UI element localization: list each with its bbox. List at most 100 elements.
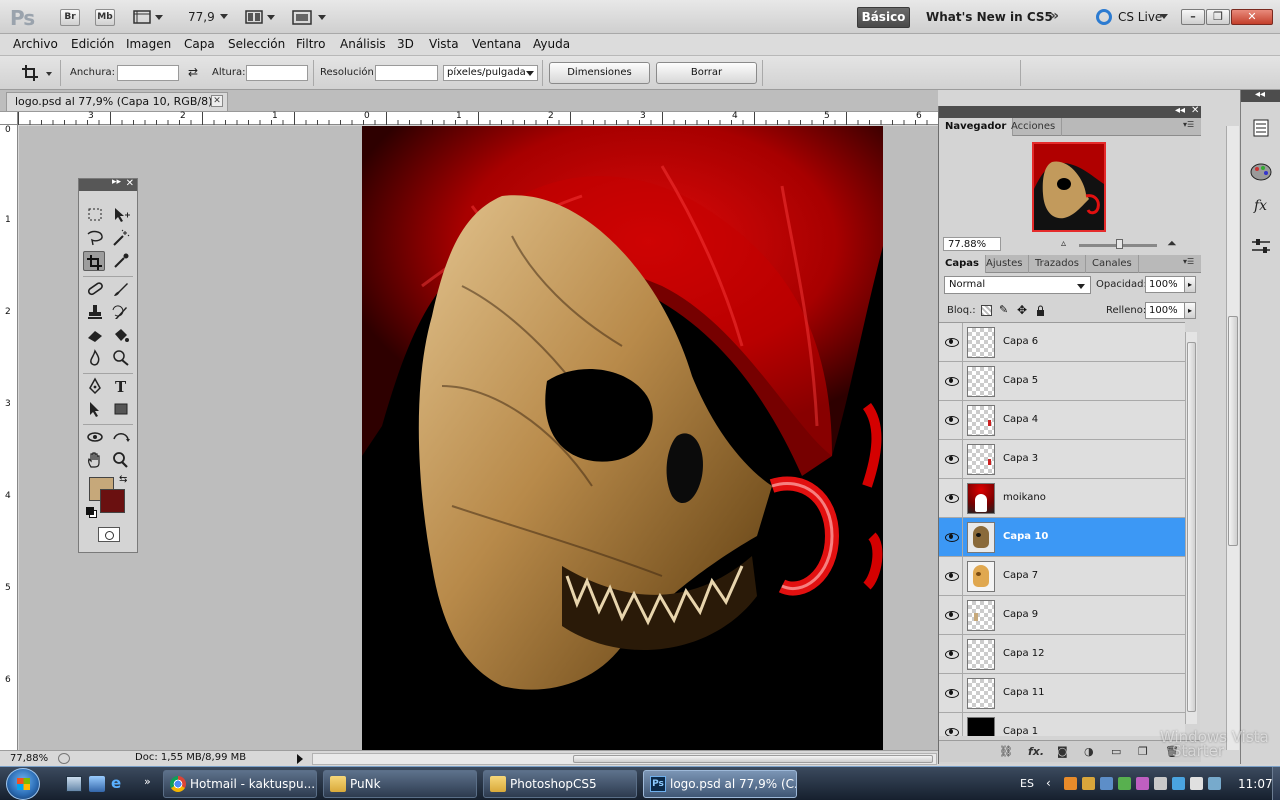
layer-thumbnail[interactable]: [967, 561, 995, 592]
navigator-zoom-field[interactable]: 77.88%: [943, 237, 1001, 251]
visibility-eye-icon[interactable]: [939, 635, 963, 673]
layer-name[interactable]: Capa 12: [1003, 648, 1045, 659]
layer-thumbnail[interactable]: [967, 405, 995, 436]
layer-thumbnail[interactable]: [967, 483, 995, 514]
layer-thumbnail[interactable]: [967, 327, 995, 358]
taskbar-button[interactable]: Ps logo.psd al 77,9% (C...: [643, 770, 797, 798]
opacity-input[interactable]: 100%: [1145, 276, 1189, 293]
taskbar-button[interactable]: PhotoshopCS5: [483, 770, 637, 798]
resolution-units-select[interactable]: píxeles/pulgada: [443, 65, 538, 81]
show-desktop-quicklaunch-icon[interactable]: [66, 776, 82, 792]
layer-thumbnail[interactable]: [967, 600, 995, 631]
tab-canales[interactable]: Canales: [1086, 255, 1139, 273]
swap-dimensions-icon[interactable]: ⇄: [188, 65, 198, 79]
layer-name[interactable]: Capa 5: [1003, 375, 1038, 386]
tab-acciones[interactable]: Acciones: [1005, 118, 1063, 136]
lock-image-pixels-icon[interactable]: ✎: [999, 304, 1010, 316]
zoom-slider-knob[interactable]: [1115, 239, 1123, 249]
maximize-button[interactable]: ❐: [1206, 9, 1230, 25]
clear-button[interactable]: Borrar: [656, 62, 757, 84]
visibility-eye-icon[interactable]: [939, 323, 963, 361]
resolution-input[interactable]: [375, 65, 438, 81]
menu-imagen[interactable]: Imagen: [126, 37, 171, 51]
lock-transparent-pixels-icon[interactable]: [981, 305, 992, 316]
more-workspaces-chevron[interactable]: »: [1050, 8, 1059, 24]
background-color-swatch[interactable]: [100, 489, 125, 513]
paint-bucket-tool[interactable]: [110, 325, 132, 345]
default-colors-icon[interactable]: [86, 507, 94, 515]
3d-rotate-tool[interactable]: [84, 427, 106, 447]
layer-name[interactable]: moikano: [1003, 492, 1046, 503]
visibility-eye-icon[interactable]: [939, 479, 963, 517]
layer-thumbnail[interactable]: [967, 639, 995, 670]
layers-scroll-thumb[interactable]: [1187, 342, 1196, 712]
crop-tool[interactable]: [83, 251, 105, 271]
width-input[interactable]: [117, 65, 179, 81]
layer-row[interactable]: Capa 10: [939, 518, 1185, 557]
layer-row[interactable]: Capa 1: [939, 713, 1185, 736]
quick-mask-button[interactable]: [98, 527, 120, 542]
horizontal-ruler[interactable]: 3 2 1 0 1 2 3 4 5 6: [18, 111, 938, 125]
lock-all-icon[interactable]: [1035, 305, 1046, 316]
taskbar-clock[interactable]: 11:07: [1238, 777, 1273, 791]
visibility-eye-icon[interactable]: [939, 401, 963, 439]
minimize-button[interactable]: –: [1181, 9, 1205, 25]
layer-thumbnail[interactable]: [967, 717, 995, 736]
zoom-in-mountain-icon[interactable]: ⏶: [1167, 236, 1177, 251]
collapse-dock-icon[interactable]: ◂◂: [1175, 105, 1185, 116]
shape-tool[interactable]: [110, 399, 132, 419]
layer-name[interactable]: Capa 1: [1003, 726, 1038, 736]
layer-name[interactable]: Capa 7: [1003, 570, 1038, 581]
navigator-thumbnail[interactable]: [1032, 142, 1106, 232]
adjustments-panel-button[interactable]: [1247, 234, 1275, 258]
dodge-tool[interactable]: [110, 348, 132, 368]
lasso-tool[interactable]: [84, 228, 106, 248]
layer-row[interactable]: Capa 11: [939, 674, 1185, 713]
dock-header[interactable]: ◂◂ ✕: [939, 105, 1201, 118]
arrange-documents-button[interactable]: [245, 9, 277, 26]
adjustment-layer-icon[interactable]: ◑: [1084, 745, 1094, 758]
fill-input[interactable]: 100%: [1145, 302, 1189, 319]
swap-colors-icon[interactable]: ⇆: [119, 474, 127, 485]
layer-row[interactable]: Capa 4: [939, 401, 1185, 440]
color-panel-button[interactable]: [1247, 160, 1275, 184]
menu-vista[interactable]: Vista: [429, 37, 459, 51]
visibility-eye-icon[interactable]: [939, 518, 963, 556]
layer-name[interactable]: Capa 3: [1003, 453, 1038, 464]
tray-app-icon[interactable]: [1154, 777, 1167, 790]
visibility-eye-icon[interactable]: [939, 596, 963, 634]
quicklaunch-overflow-chevron[interactable]: »: [144, 775, 160, 791]
visibility-eye-icon[interactable]: [939, 557, 963, 595]
magic-wand-tool[interactable]: [110, 228, 132, 248]
menu-analisis[interactable]: Análisis: [340, 37, 386, 51]
new-group-folder-icon[interactable]: ▭: [1111, 745, 1121, 758]
collapsed-dock-header[interactable]: ◂◂: [1241, 89, 1280, 102]
menu-ayuda[interactable]: Ayuda: [533, 37, 570, 51]
tray-app-icon[interactable]: [1136, 777, 1149, 790]
visibility-eye-icon[interactable]: [939, 362, 963, 400]
menu-filtro[interactable]: Filtro: [296, 37, 325, 51]
styles-panel-button[interactable]: fx: [1247, 192, 1275, 216]
layer-name[interactable]: Capa 4: [1003, 414, 1038, 425]
history-brush-tool[interactable]: [110, 302, 132, 322]
3d-orbit-tool[interactable]: [110, 427, 132, 447]
layer-name[interactable]: Capa 6: [1003, 336, 1038, 347]
zoom-dropdown-caret[interactable]: [220, 14, 228, 19]
screen-mode-button[interactable]: [292, 9, 328, 26]
layer-row[interactable]: Capa 5: [939, 362, 1185, 401]
volume-icon[interactable]: [1190, 777, 1203, 790]
workspace-basic-button[interactable]: Básico: [857, 7, 910, 28]
layer-style-fx-icon[interactable]: fx.: [1028, 745, 1044, 758]
taskbar-button[interactable]: Hotmail - kaktuspu...: [163, 770, 317, 798]
taskbar-button[interactable]: PuNk: [323, 770, 477, 798]
move-tool[interactable]: [110, 205, 132, 225]
close-window-button[interactable]: ✕: [1231, 9, 1273, 25]
menu-3d[interactable]: 3D: [397, 37, 414, 51]
tab-capas[interactable]: Capas: [939, 255, 986, 273]
menu-edicion[interactable]: Edición: [71, 37, 114, 51]
network-icon[interactable]: [1172, 777, 1185, 790]
brush-tool[interactable]: [110, 279, 132, 299]
vertical-scroll-thumb[interactable]: [1228, 316, 1238, 546]
canvas-vertical-scrollbar[interactable]: [1226, 126, 1239, 750]
layer-row[interactable]: moikano: [939, 479, 1185, 518]
